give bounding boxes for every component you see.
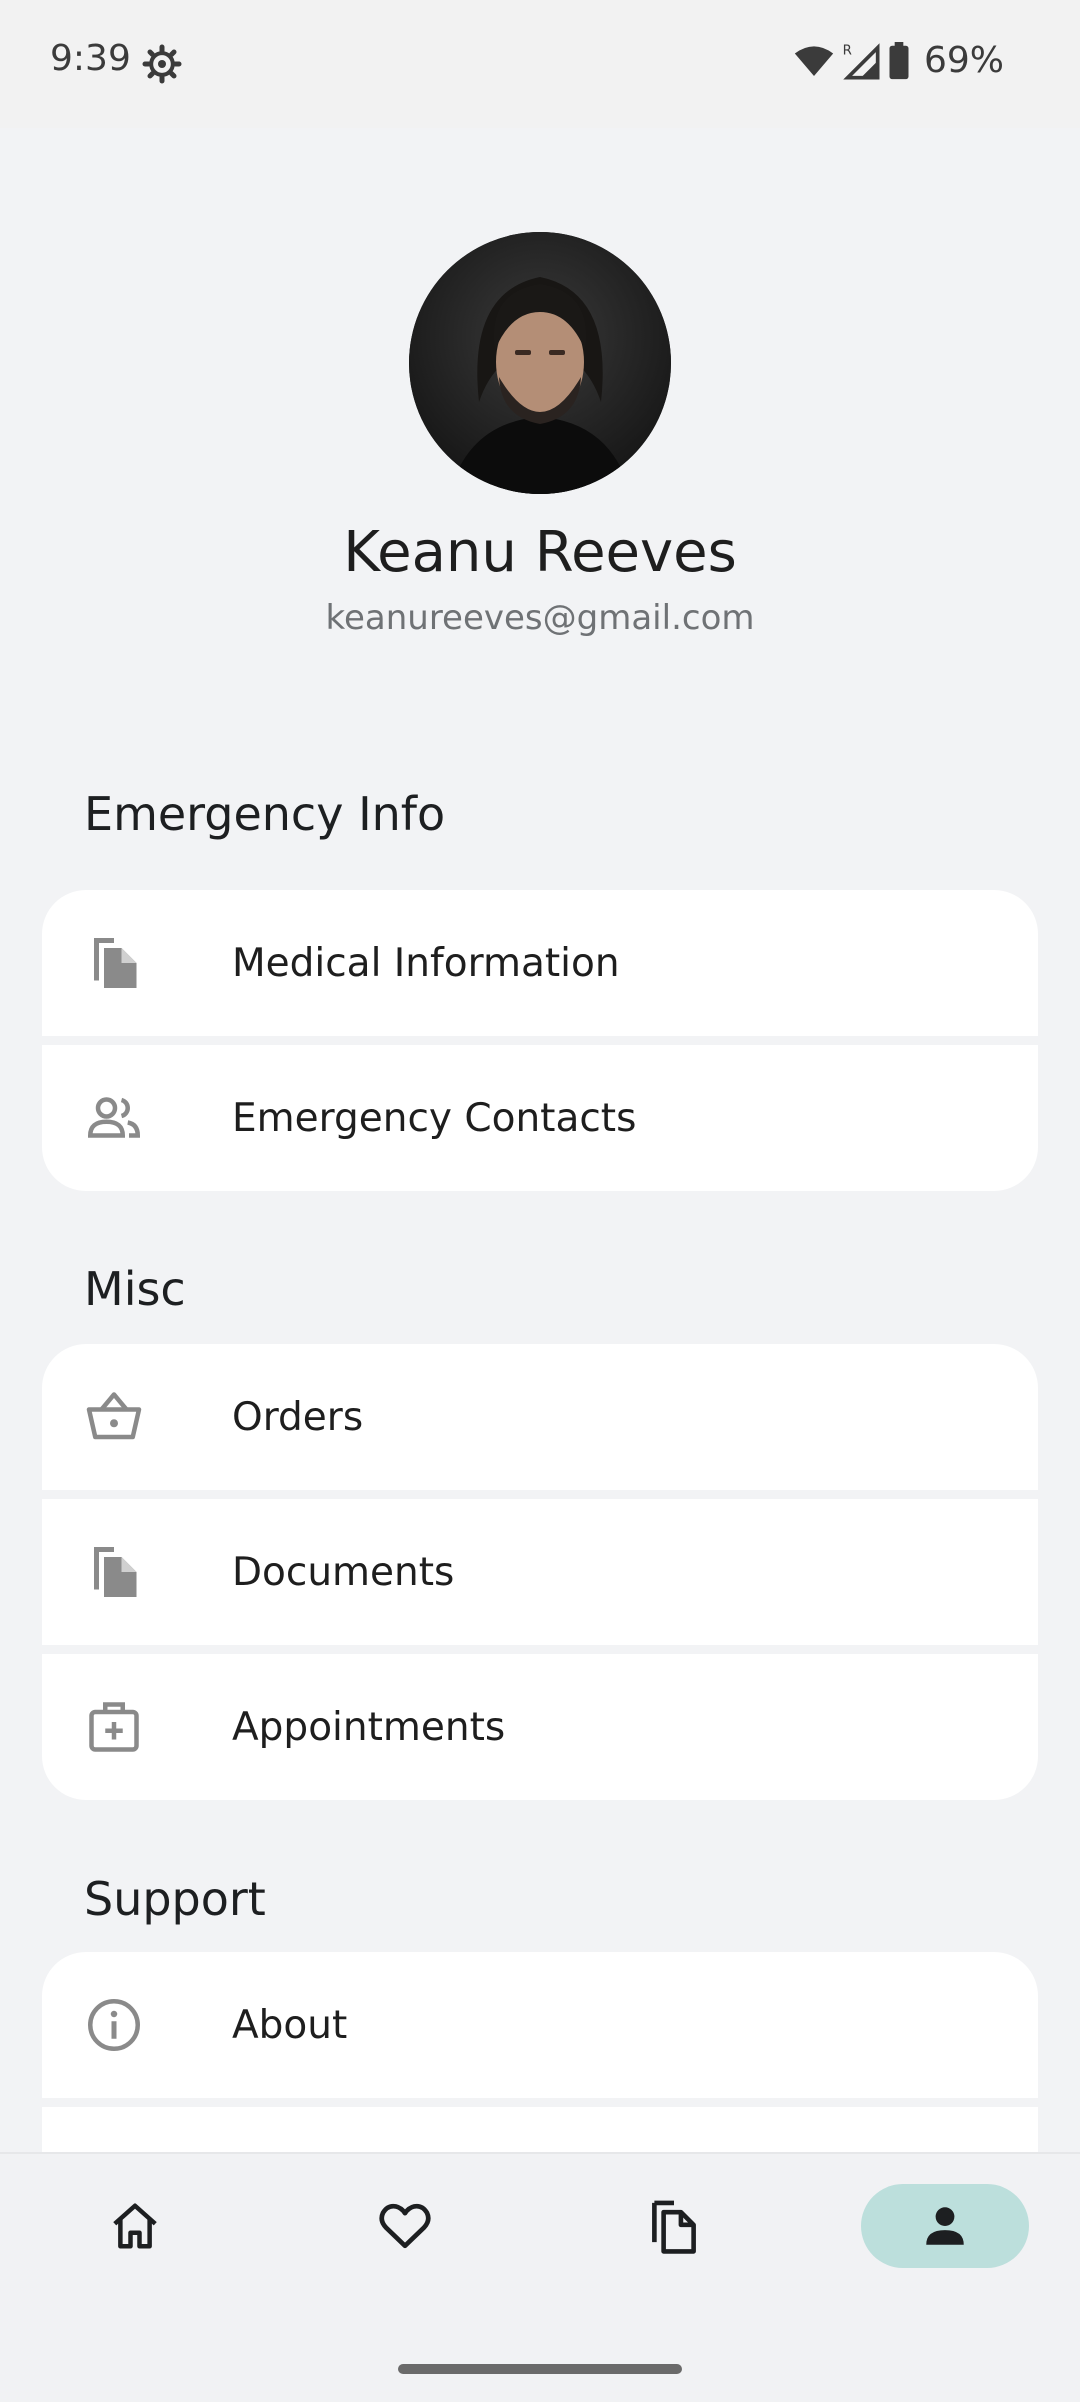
signal-roaming-icon: R xyxy=(843,42,880,79)
avatar-image xyxy=(409,232,671,494)
menu-item-orders[interactable]: Orders xyxy=(42,1344,1038,1490)
card-misc: Orders Documents Appointments xyxy=(42,1344,1038,1800)
section-title-misc: Misc xyxy=(84,1262,186,1316)
home-indicator[interactable] xyxy=(398,2364,682,2374)
avatar[interactable] xyxy=(409,232,671,494)
nav-favorites[interactable] xyxy=(321,2184,489,2268)
file-copy-icon xyxy=(94,938,137,988)
card-support: About xyxy=(42,1952,1038,2152)
home-icon xyxy=(113,2203,157,2249)
status-bar: 9:39 R 69% xyxy=(0,0,1080,128)
menu-item-label: Documents xyxy=(232,1549,455,1595)
people-icon xyxy=(87,1097,141,1138)
documents-icon xyxy=(652,2200,696,2254)
menu-item-emergency-contacts[interactable]: Emergency Contacts xyxy=(42,1045,1038,1191)
battery-icon xyxy=(889,41,909,79)
profile-email: keanureeves@gmail.com xyxy=(325,598,755,638)
medical-bag-icon xyxy=(89,1702,139,1752)
heart-icon xyxy=(379,2203,431,2249)
battery-percentage: 69% xyxy=(923,40,1004,81)
card-emergency-info: Medical Information Emergency Contacts xyxy=(42,890,1038,1191)
menu-item-label: Appointments xyxy=(232,1704,506,1750)
info-icon xyxy=(88,1999,140,2051)
basket-icon xyxy=(86,1392,142,1440)
person-icon xyxy=(926,2207,964,2245)
status-right-icons: R 69% xyxy=(794,40,1004,81)
svg-text:R: R xyxy=(843,43,852,58)
menu-item-documents[interactable]: Documents xyxy=(42,1499,1038,1645)
menu-item-label: About xyxy=(232,2002,348,2048)
menu-item-partial[interactable] xyxy=(42,2107,1038,2152)
section-title-emergency-info: Emergency Info xyxy=(84,787,446,841)
settings-gear-icon xyxy=(142,44,182,84)
menu-item-about[interactable]: About xyxy=(42,1952,1038,2098)
file-copy-icon xyxy=(94,1547,137,1597)
menu-item-label: Orders xyxy=(232,1394,364,1440)
profile-name: Keanu Reeves xyxy=(343,520,737,585)
menu-item-appointments[interactable]: Appointments xyxy=(42,1654,1038,1800)
menu-item-label: Emergency Contacts xyxy=(232,1095,637,1141)
wifi-icon xyxy=(794,45,834,76)
nav-documents[interactable] xyxy=(590,2184,758,2268)
section-title-support: Support xyxy=(84,1872,266,1926)
nav-profile[interactable] xyxy=(861,2184,1029,2268)
nav-home[interactable] xyxy=(51,2184,219,2268)
menu-item-medical-information[interactable]: Medical Information xyxy=(42,890,1038,1036)
menu-item-label: Medical Information xyxy=(232,940,620,986)
status-time: 9:39 xyxy=(50,38,131,79)
